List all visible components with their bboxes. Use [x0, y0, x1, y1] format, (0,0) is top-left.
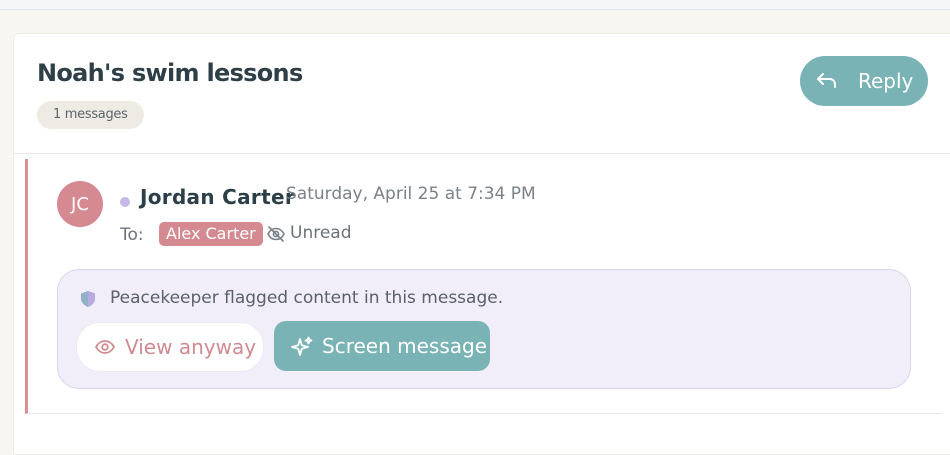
unread-status-label: Unread — [290, 223, 352, 243]
reply-arrow-icon — [816, 71, 838, 91]
reply-label: Reply — [858, 69, 914, 93]
message-count-badge: 1 messages — [37, 101, 144, 129]
sender-name: Jordan Carter — [140, 185, 295, 209]
reply-button[interactable]: Reply — [800, 56, 928, 106]
recipient-chip: Alex Carter — [159, 222, 263, 246]
thread-card: Noah's swim lessons 1 messages Reply JC … — [13, 33, 950, 455]
thread-header: Noah's swim lessons 1 messages Reply — [14, 34, 950, 154]
message-timestamp: Saturday, April 25 at 7:34 PM — [286, 184, 536, 204]
eye-off-icon — [266, 225, 286, 243]
screen-message-button[interactable]: Screen message — [274, 321, 490, 371]
thread-title: Noah's swim lessons — [37, 59, 303, 87]
eye-icon — [94, 338, 116, 356]
view-anyway-label: View anyway — [125, 335, 257, 359]
sparkle-icon — [290, 335, 314, 359]
flag-notice-panel: Peacekeeper flagged content in this mess… — [57, 269, 911, 389]
to-label: To: — [120, 225, 144, 245]
avatar: JC — [57, 181, 103, 227]
top-bar — [0, 0, 950, 10]
view-anyway-button[interactable]: View anyway — [76, 322, 264, 372]
shield-icon — [80, 290, 96, 308]
unread-status-dot — [120, 197, 130, 207]
screen-message-label: Screen message — [322, 334, 487, 358]
flag-notice-text: Peacekeeper flagged content in this mess… — [110, 288, 504, 308]
message-item: JC Jordan Carter Saturday, April 25 at 7… — [25, 159, 942, 414]
